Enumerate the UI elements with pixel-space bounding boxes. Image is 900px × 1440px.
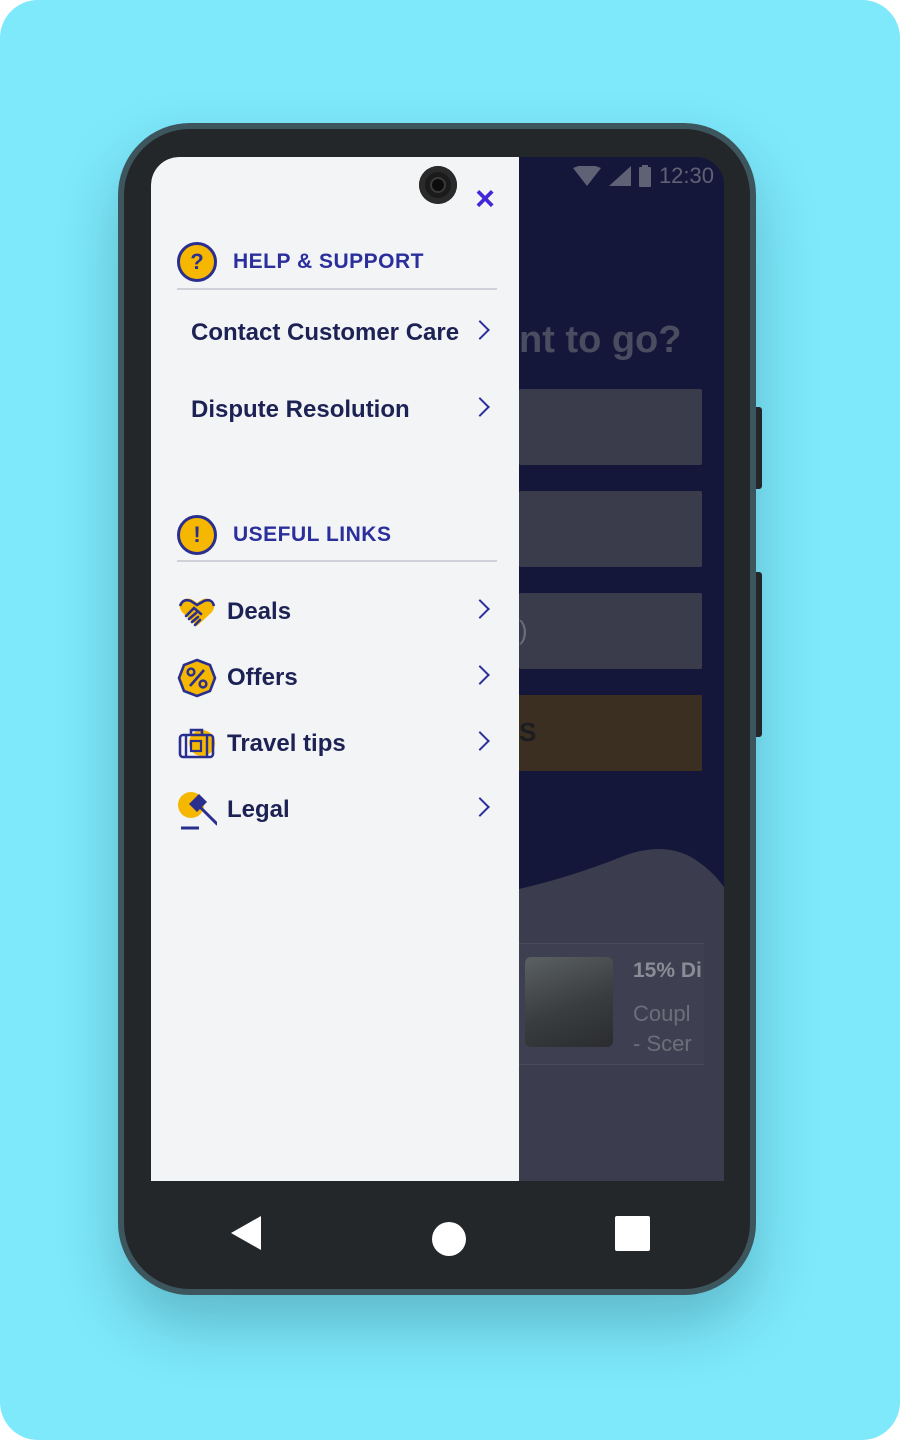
volume-button: [756, 572, 762, 737]
phone-screen: 12:30 nt to go? ) S 15% Di Coupl - Scer …: [151, 157, 724, 1181]
from-field[interactable]: [519, 389, 702, 465]
gavel-icon: [178, 792, 217, 830]
menu-item-label: Deals: [227, 598, 292, 625]
battery-icon: [638, 165, 651, 187]
status-bar: 12:30: [572, 163, 714, 189]
recent-apps-nav-icon[interactable]: [615, 1216, 650, 1251]
useful-links-divider: [177, 560, 497, 562]
help-support-divider: [177, 288, 497, 290]
page-background: 12:30 nt to go? ) S 15% Di Coupl - Scer …: [0, 0, 900, 1440]
date-field[interactable]: [519, 593, 702, 669]
useful-links-header: ! USEFUL LINKS: [177, 512, 497, 558]
chevron-right-icon: [470, 599, 490, 619]
chevron-right-icon: [470, 665, 490, 685]
close-drawer-button[interactable]: ×: [469, 182, 501, 216]
back-nav-icon[interactable]: [231, 1216, 261, 1250]
power-button: [756, 407, 762, 489]
search-heading: nt to go?: [519, 319, 682, 361]
menu-item-legal[interactable]: Legal: [177, 785, 497, 835]
info-exclamation-icon: !: [177, 515, 217, 555]
home-nav-icon[interactable]: [432, 1222, 466, 1256]
date-field-text: ): [519, 615, 528, 645]
menu-item-label: Contact Customer Care: [191, 319, 460, 346]
navigation-drawer: × ? HELP & SUPPORT Contact Customer Care…: [151, 157, 519, 1181]
menu-item-label: Legal: [227, 796, 290, 823]
menu-item-contact-customer-care[interactable]: Contact Customer Care: [191, 308, 497, 358]
deal-card-line2: - Scer: [633, 1031, 692, 1056]
help-support-title: HELP & SUPPORT: [233, 250, 424, 273]
menu-item-deals[interactable]: Deals: [177, 587, 497, 637]
useful-links-title: USEFUL LINKS: [233, 523, 392, 546]
help-support-header: ? HELP & SUPPORT: [177, 239, 497, 285]
chevron-right-icon: [470, 397, 490, 417]
deal-card-line1: Coupl: [633, 1001, 691, 1026]
chevron-right-icon: [470, 797, 490, 817]
menu-item-dispute-resolution[interactable]: Dispute Resolution: [191, 385, 497, 435]
menu-item-travel-tips[interactable]: Travel tips: [177, 719, 497, 769]
deal-card-image: [525, 957, 613, 1047]
menu-item-offers[interactable]: Offers: [177, 653, 497, 703]
status-time: 12:30: [658, 163, 714, 188]
handshake-icon: [178, 598, 216, 627]
search-button[interactable]: [519, 695, 702, 771]
deal-card-title: 15% Di: [633, 959, 702, 982]
help-question-icon: ?: [177, 242, 217, 282]
chevron-right-icon: [470, 731, 490, 751]
to-field[interactable]: [519, 491, 702, 567]
menu-item-label: Travel tips: [227, 730, 346, 757]
percent-badge-icon: [177, 658, 217, 698]
suitcase-icon: [178, 728, 215, 759]
system-navigation-bar: [124, 1182, 750, 1286]
menu-item-label: Dispute Resolution: [191, 396, 410, 423]
menu-item-label: Offers: [227, 664, 298, 691]
wifi-icon: [572, 166, 601, 186]
signal-icon: [608, 166, 631, 186]
chevron-right-icon: [470, 320, 490, 340]
front-camera: [419, 166, 457, 204]
search-button-label: S: [519, 717, 537, 747]
